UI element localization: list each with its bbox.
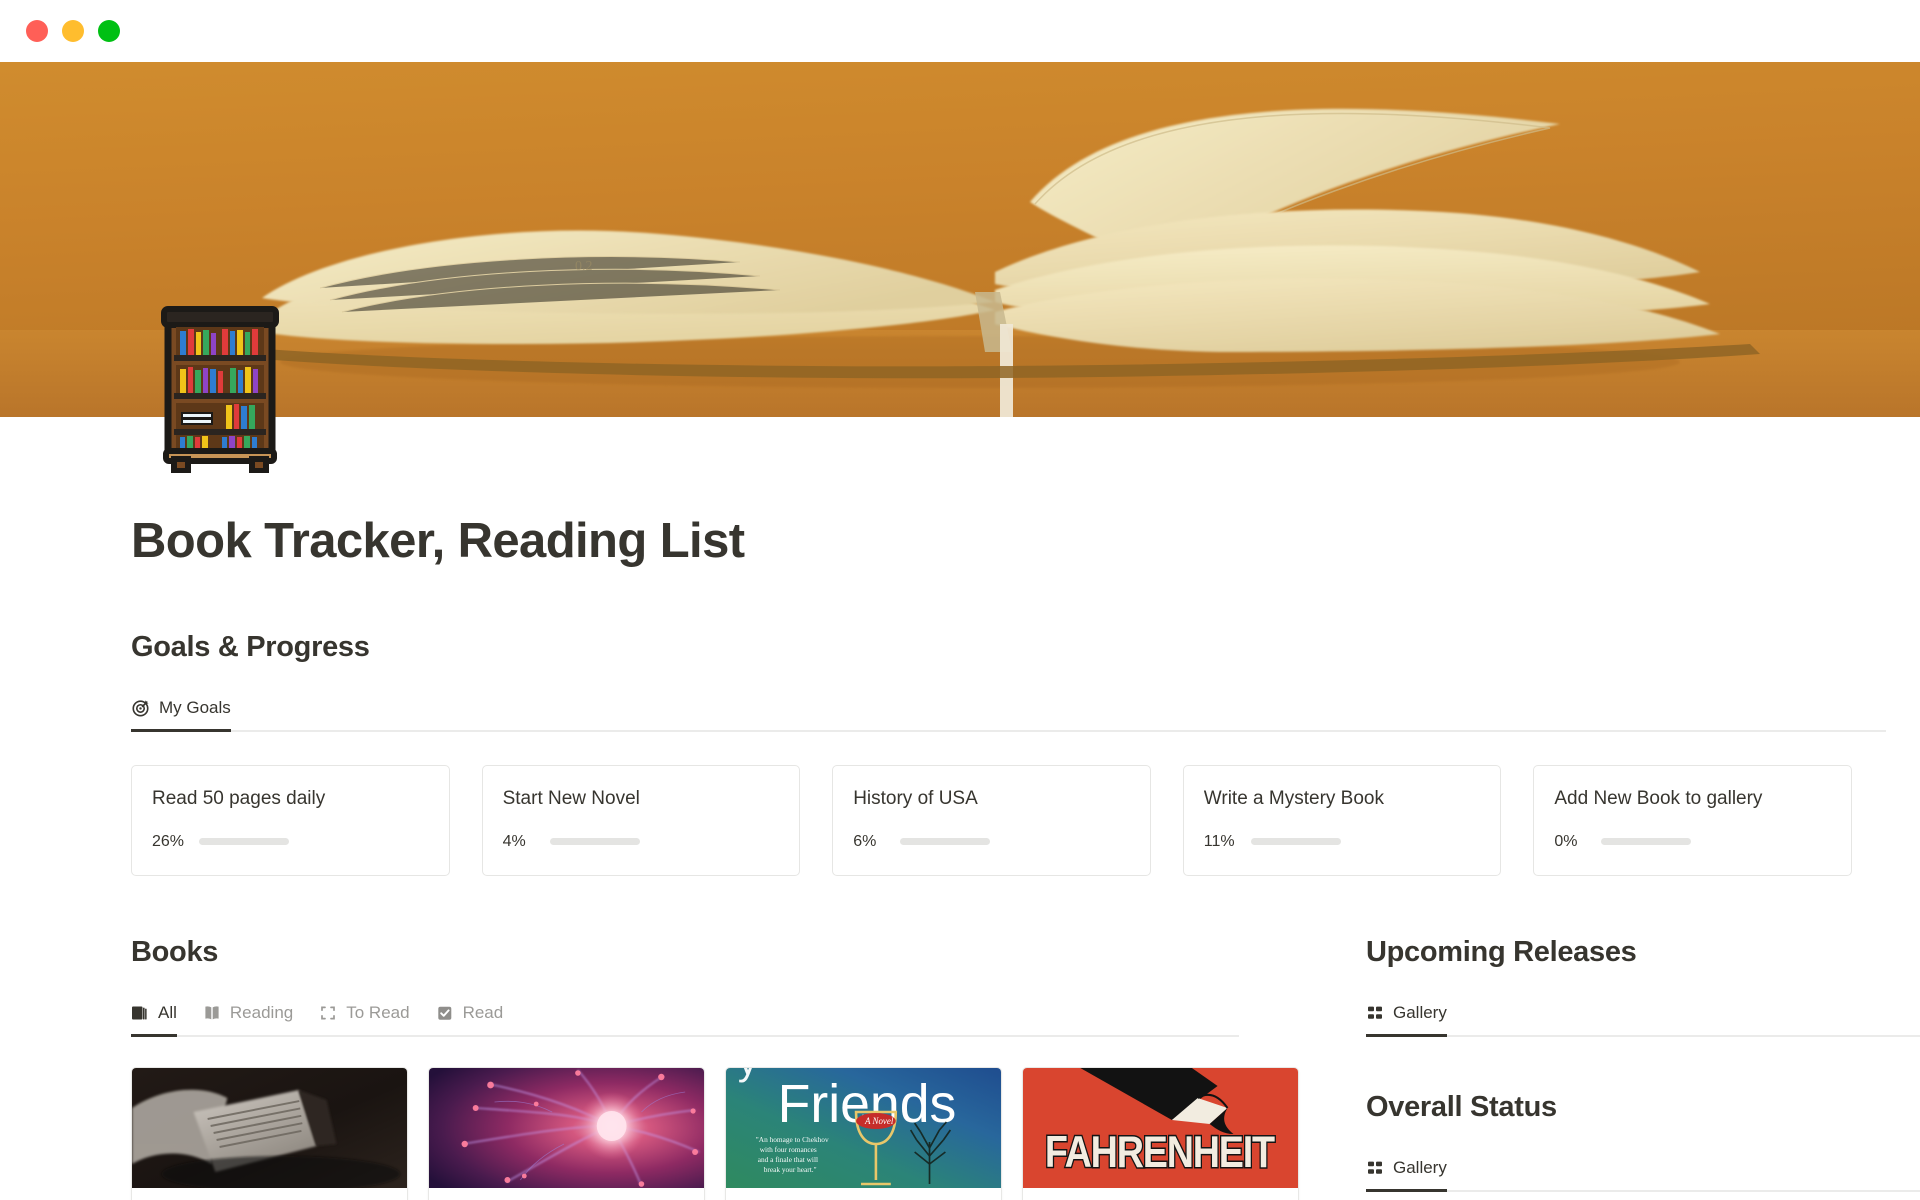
goal-percent-label: 26% [152, 832, 185, 850]
goals-section-heading: Goals & Progress [131, 630, 370, 663]
book-card[interactable]: 40 Rules of Love [131, 1066, 408, 1200]
goal-progress: 6% [853, 833, 1130, 851]
goals-tabbar: My Goals [131, 686, 1886, 732]
goal-progress: 11% [1204, 833, 1481, 851]
svg-text:’: ’ [962, 1068, 970, 1092]
goals-card-row: Read 50 pages daily 26% Start New Novel … [131, 764, 1920, 876]
tab-label: Reading [229, 1002, 294, 1022]
tab-gallery-upcoming[interactable]: Gallery [1366, 1003, 1447, 1037]
cover-illustration: 0.2 [0, 62, 1920, 417]
book-cover-image [132, 1067, 407, 1188]
book-card[interactable]: Fundamental Sciences [428, 1066, 705, 1200]
grid-icon [1366, 1004, 1384, 1022]
books-column: Books All Reading To Read Read ’ Friends… [131, 936, 1306, 1200]
svg-text:A Novel: A Novel [864, 1116, 894, 1126]
bracket-frame-icon [319, 1004, 337, 1022]
tab-all[interactable]: All [131, 1003, 177, 1037]
books-gallery: 40 Rules of Love [131, 1066, 1306, 1200]
goal-percent-label: 11% [1203, 832, 1235, 850]
grid-icon [1366, 1159, 1384, 1177]
book-cover-image [429, 1067, 704, 1188]
progress-bar-track [900, 838, 991, 846]
progress-bar-track [1250, 838, 1341, 846]
books-tabbar: All Reading To Read Read [131, 991, 1239, 1037]
svg-text:and a finale that will: and a finale that will [758, 1155, 818, 1164]
book-cover-image: FAHRENHEIT [1023, 1067, 1298, 1188]
upcoming-section-heading: Upcoming Releases [1366, 935, 1637, 968]
cover-title-word: FAHRENHEIT [1045, 1126, 1275, 1177]
maximize-window-button[interactable] [98, 20, 120, 42]
goal-progress: 0% [1554, 833, 1831, 851]
tab-label: Gallery [1393, 1157, 1447, 1177]
tab-read[interactable]: Read [436, 1002, 504, 1037]
books-section-heading: Books [131, 935, 219, 968]
upcoming-tabbar: Gallery [1366, 991, 1920, 1037]
goal-title: Start New Novel [502, 787, 640, 809]
status-tabbar: Gallery [1366, 1146, 1920, 1192]
book-cover-image: y ’ Friends A Novel [726, 1067, 1001, 1188]
checkbox-checked-icon [436, 1004, 454, 1022]
goal-card[interactable]: History of USA 6% [832, 764, 1151, 876]
progress-bar-track [549, 838, 640, 846]
goal-title: Add New Book to gallery [1554, 787, 1763, 809]
page-body: Book Tracker, Reading List Goals & Progr… [0, 306, 1920, 1200]
target-icon [131, 698, 150, 717]
goal-title: History of USA [853, 787, 978, 809]
goal-card[interactable]: Add New Book to gallery 0% [1533, 764, 1852, 876]
book-card[interactable]: FAHRENHEIT Fahrenheit 451 [1022, 1066, 1299, 1200]
bookshelf-icon[interactable] [160, 305, 280, 473]
goal-card[interactable]: Write a Mystery Book 11% [1182, 764, 1502, 876]
tab-my-goals[interactable]: My Goals [131, 698, 231, 732]
tab-to-read[interactable]: To Read [319, 1002, 410, 1037]
goal-progress: 26% [152, 833, 429, 851]
svg-text:y: y [738, 1068, 758, 1083]
goal-percent-label: 0% [1554, 832, 1578, 850]
close-window-button[interactable] [26, 20, 48, 42]
window-titlebar [0, 0, 1920, 62]
tab-label: Gallery [1393, 1002, 1447, 1022]
goal-progress: 4% [503, 833, 780, 851]
svg-text:break your heart.": break your heart." [764, 1165, 817, 1174]
goal-percent-label: 4% [502, 832, 526, 850]
goal-card[interactable]: Start New Novel 4% [481, 764, 801, 876]
tab-reading[interactable]: Reading [203, 1003, 293, 1037]
page-cover-image[interactable]: 0.2 [0, 62, 1920, 417]
minimize-window-button[interactable] [62, 20, 84, 42]
goal-title: Write a Mystery Book [1203, 787, 1384, 809]
books-stack-icon [131, 1004, 149, 1022]
goal-title: Read 50 pages daily [152, 787, 326, 809]
tab-label: Read [462, 1002, 504, 1022]
progress-bar-track [199, 838, 289, 846]
tab-label: All [158, 1002, 177, 1022]
svg-text:0.2: 0.2 [575, 259, 593, 274]
lower-columns: Books All Reading To Read Read ’ Friends… [131, 936, 1920, 1200]
page-title: Book Tracker, Reading List [131, 514, 745, 568]
svg-text:with four romances: with four romances [760, 1145, 817, 1154]
right-column: Upcoming Releases Gallery Overall Status [1306, 936, 1920, 1200]
progress-bar-track [1601, 838, 1692, 846]
svg-text:"An homage to Chekhov: "An homage to Chekhov [756, 1135, 829, 1144]
tab-gallery-status[interactable]: Gallery [1366, 1158, 1447, 1192]
tab-label: To Read [346, 1002, 410, 1022]
goal-percent-label: 6% [853, 832, 877, 850]
book-card[interactable]: y ’ Friends A Novel [725, 1066, 1002, 1200]
tab-label: My Goals [159, 697, 231, 717]
status-section-heading: Overall Status [1366, 1090, 1557, 1123]
open-book-icon [203, 1004, 221, 1022]
goal-card[interactable]: Read 50 pages daily 26% [131, 764, 450, 876]
